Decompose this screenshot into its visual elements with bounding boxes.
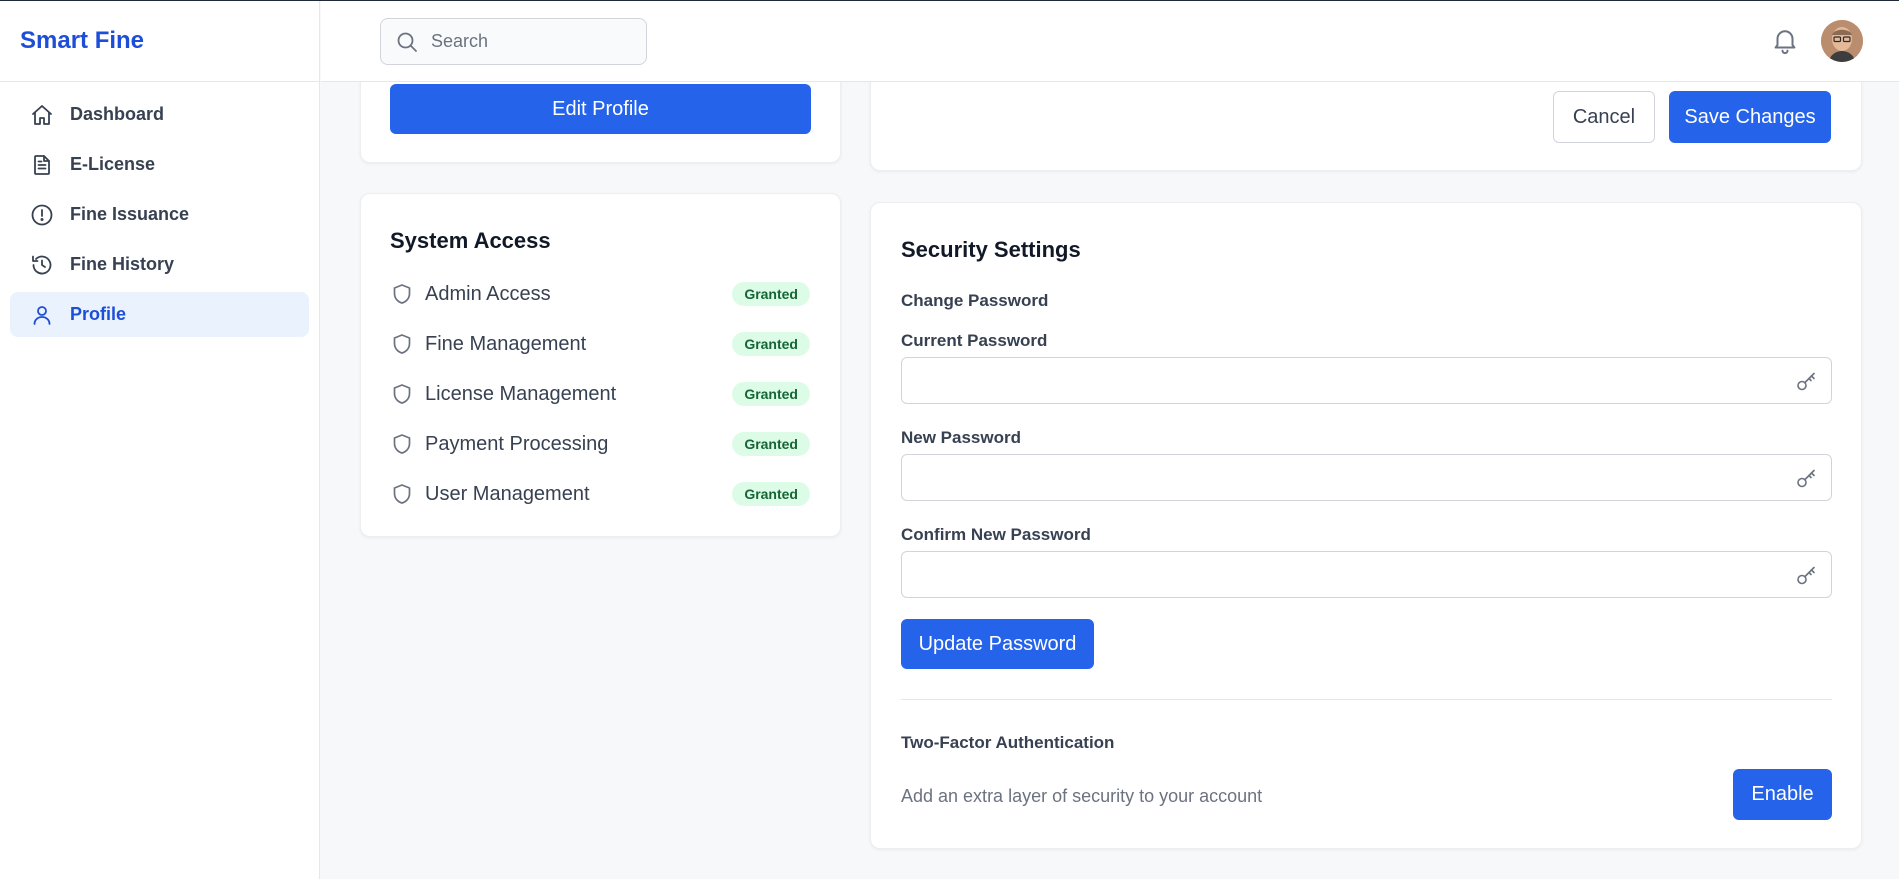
access-row: Admin Access Granted: [390, 279, 810, 309]
update-password-button[interactable]: Update Password: [901, 619, 1094, 669]
sidebar-item-fine-history[interactable]: Fine History: [10, 242, 309, 287]
sidebar-item-label: Dashboard: [70, 104, 165, 124]
confirm-password-input[interactable]: [902, 552, 1831, 597]
current-password-input[interactable]: [902, 358, 1831, 403]
shield-icon: [393, 334, 411, 354]
sidebar: Smart Fine Dashboard E-License Fine Issu…: [0, 1, 320, 879]
sidebar-item-label: Fine Issuance: [70, 204, 190, 224]
access-label: Payment Processing: [425, 432, 609, 455]
status-badge: Granted: [732, 432, 810, 456]
key-icon: [1797, 372, 1815, 391]
current-password-label: Current Password: [901, 331, 1048, 350]
sidebar-item-dashboard[interactable]: Dashboard: [10, 92, 309, 137]
change-password-heading: Change Password: [901, 291, 1049, 310]
status-badge: Granted: [732, 282, 810, 306]
status-badge: Granted: [732, 382, 810, 406]
save-changes-button[interactable]: Save Changes: [1669, 91, 1831, 143]
sidebar-item-label: Fine History: [70, 254, 175, 274]
cancel-button[interactable]: Cancel: [1553, 91, 1655, 143]
new-password-label: New Password: [901, 428, 1021, 447]
access-row: User Management Granted: [390, 479, 810, 509]
status-badge: Granted: [732, 332, 810, 356]
sidebar-nav: Dashboard E-License Fine Issuance Fine H…: [0, 82, 319, 352]
sidebar-item-label: E-License: [70, 154, 156, 174]
sidebar-item-e-license[interactable]: E-License: [10, 142, 309, 187]
new-password-field[interactable]: [901, 454, 1832, 501]
two-factor-title: Two-Factor Authentication: [901, 733, 1115, 752]
system-access-title: System Access: [390, 228, 551, 253]
search-box[interactable]: [380, 18, 647, 65]
shield-icon: [393, 284, 411, 304]
document-icon: [34, 154, 50, 175]
access-label: User Management: [425, 482, 590, 505]
security-settings-card: Security Settings Change Password Curren…: [870, 202, 1862, 849]
home-icon: [32, 104, 52, 125]
shield-icon: [393, 484, 411, 504]
edit-profile-button[interactable]: Edit Profile: [390, 84, 811, 134]
access-row: Payment Processing Granted: [390, 429, 810, 459]
two-factor-description: Add an extra layer of security to your a…: [901, 786, 1263, 806]
section-divider: [901, 699, 1832, 700]
top-bar: [321, 1, 1899, 82]
search-input[interactable]: [431, 31, 631, 52]
access-row: Fine Management Granted: [390, 329, 810, 359]
sidebar-item-profile[interactable]: Profile: [10, 292, 309, 337]
search-icon: [397, 32, 417, 52]
alert-circle-icon: [31, 204, 53, 225]
bell-icon[interactable]: [1770, 25, 1800, 55]
user-icon: [33, 305, 51, 325]
security-settings-title: Security Settings: [901, 237, 1081, 262]
history-icon: [32, 255, 52, 274]
key-icon: [1797, 469, 1815, 488]
sidebar-item-label: Profile: [70, 304, 127, 324]
enable-2fa-button[interactable]: Enable: [1733, 769, 1832, 820]
app-logo[interactable]: Smart Fine: [0, 1, 319, 82]
current-password-field[interactable]: [901, 357, 1832, 404]
shield-icon: [393, 434, 411, 454]
access-row: License Management Granted: [390, 379, 810, 409]
confirm-password-label: Confirm New Password: [901, 525, 1091, 544]
key-icon: [1797, 566, 1815, 585]
system-access-card: System Access Admin Access Granted Fine …: [360, 193, 841, 537]
avatar[interactable]: [1821, 20, 1863, 62]
access-label: Admin Access: [425, 282, 551, 305]
sidebar-item-fine-issuance[interactable]: Fine Issuance: [10, 192, 309, 237]
status-badge: Granted: [732, 482, 810, 506]
access-label: Fine Management: [425, 332, 587, 355]
new-password-input[interactable]: [902, 455, 1831, 500]
confirm-password-field[interactable]: [901, 551, 1832, 598]
shield-icon: [393, 384, 411, 404]
access-label: License Management: [425, 382, 617, 405]
